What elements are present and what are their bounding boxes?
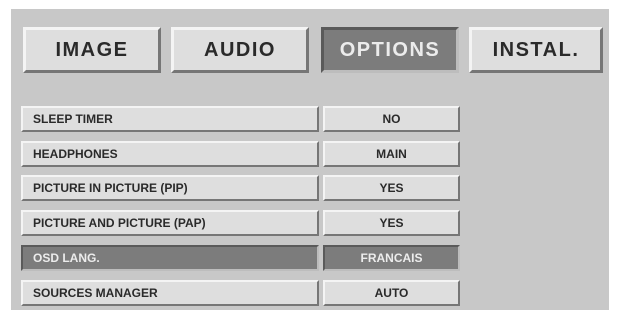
option-row-headphones[interactable]: HEADPHONES MAIN bbox=[11, 141, 609, 167]
tab-audio-label: AUDIO bbox=[204, 38, 276, 61]
option-label[interactable]: OSD LANG. bbox=[21, 245, 319, 271]
option-label[interactable]: HEADPHONES bbox=[21, 141, 319, 167]
menu-tab-bar: IMAGE AUDIO OPTIONS INSTAL. bbox=[23, 27, 603, 73]
options-menu-panel: IMAGE AUDIO OPTIONS INSTAL. SLEEP TIMER … bbox=[11, 9, 609, 310]
option-value[interactable]: YES bbox=[323, 210, 460, 236]
option-value[interactable]: YES bbox=[323, 175, 460, 201]
option-label[interactable]: PICTURE IN PICTURE (PIP) bbox=[21, 175, 319, 201]
option-row-pip[interactable]: PICTURE IN PICTURE (PIP) YES bbox=[11, 175, 609, 201]
option-row-sleep-timer[interactable]: SLEEP TIMER NO bbox=[11, 106, 609, 132]
tab-image-label: IMAGE bbox=[55, 38, 129, 61]
tab-options-label: OPTIONS bbox=[339, 38, 441, 61]
option-row-sources-manager[interactable]: SOURCES MANAGER AUTO bbox=[11, 280, 609, 306]
option-row-pap[interactable]: PICTURE AND PICTURE (PAP) YES bbox=[11, 210, 609, 236]
option-value[interactable]: MAIN bbox=[323, 141, 460, 167]
option-value[interactable]: NO bbox=[323, 106, 460, 132]
tab-options[interactable]: OPTIONS bbox=[321, 27, 459, 73]
tab-instal-label: INSTAL. bbox=[492, 38, 580, 61]
tab-instal[interactable]: INSTAL. bbox=[469, 27, 603, 73]
tab-image[interactable]: IMAGE bbox=[23, 27, 161, 73]
option-label[interactable]: SOURCES MANAGER bbox=[21, 280, 319, 306]
tab-audio[interactable]: AUDIO bbox=[171, 27, 309, 73]
option-label[interactable]: SLEEP TIMER bbox=[21, 106, 319, 132]
option-label[interactable]: PICTURE AND PICTURE (PAP) bbox=[21, 210, 319, 236]
option-value[interactable]: FRANCAIS bbox=[323, 245, 460, 271]
option-value[interactable]: AUTO bbox=[323, 280, 460, 306]
option-row-osd-lang[interactable]: OSD LANG. FRANCAIS bbox=[11, 245, 609, 271]
